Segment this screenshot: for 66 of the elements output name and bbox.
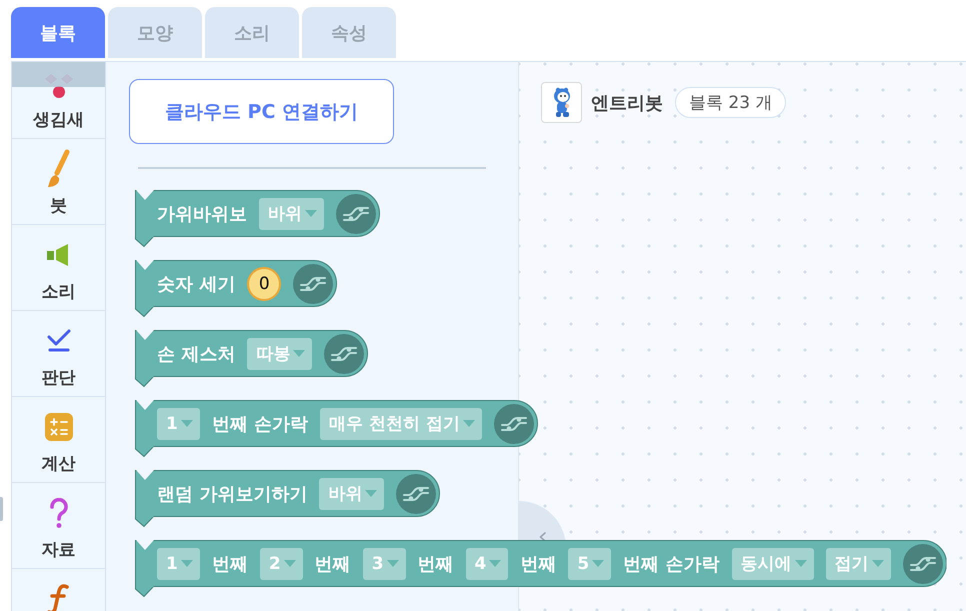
block-label: 가위바위보 [157, 202, 247, 226]
block-dropdown[interactable]: 따봉 [247, 338, 312, 370]
block-dropdown[interactable]: 3 [362, 548, 406, 580]
block-label: 번째 [314, 552, 351, 576]
category-tab[interactable]: 계산 [12, 397, 105, 483]
block-label: 번째 손가락 [623, 552, 720, 576]
function-icon [46, 583, 70, 611]
category-tab[interactable]: 자료 [12, 483, 105, 569]
category-tab[interactable]: 붓 [12, 139, 105, 225]
block-label: 번째 [212, 552, 248, 576]
block-count-badge: 블록 23 개 [675, 87, 786, 118]
connector-notch-icon [135, 236, 155, 247]
caret-icon [293, 350, 306, 358]
block-dropdown[interactable]: 바위 [259, 198, 324, 230]
resize-handle[interactable] [0, 497, 3, 521]
connector-notch-icon [135, 586, 155, 597]
block-label: 숫자 세기 [157, 272, 236, 296]
caret-icon [794, 560, 806, 568]
category-tab[interactable]: 판단 [12, 311, 105, 397]
caret-icon [592, 560, 604, 568]
block-dropdown[interactable]: 5 [568, 548, 612, 580]
brush-icon [46, 149, 70, 189]
block-label: 번째 [520, 552, 556, 576]
tab[interactable]: 소리 [205, 7, 299, 58]
tab[interactable]: 블록 [11, 7, 105, 58]
connector-notch-icon [135, 446, 155, 457]
caret-icon [180, 420, 193, 428]
connector-notch-icon [135, 306, 155, 317]
block-dropdown[interactable]: 1 [157, 548, 200, 580]
wavy-lines-icon [902, 544, 942, 584]
caret-icon [386, 560, 399, 568]
object-name: 엔트리봇 [591, 92, 663, 114]
caret-icon [284, 560, 296, 568]
connector-notch-icon [135, 516, 155, 527]
caret-icon [365, 490, 378, 498]
block-label: 랜덤 가위보기하기 [157, 482, 308, 506]
chevron-left-icon [539, 532, 546, 542]
category-tab[interactable]: 소리 [12, 225, 105, 311]
tab[interactable]: 모양 [108, 7, 202, 58]
wavy-lines-icon [324, 334, 364, 374]
block-label: 손 제스처 [157, 342, 236, 366]
caret-icon [872, 560, 884, 568]
number-input[interactable]: 0 [247, 266, 282, 300]
block-dropdown[interactable]: 매우 천천히 접기 [320, 408, 482, 440]
caret-icon [462, 420, 475, 428]
block-dropdown[interactable]: 4 [466, 548, 508, 580]
block-dropdown[interactable]: 접기 [826, 548, 890, 580]
block-dropdown[interactable]: 1 [157, 408, 200, 440]
block-label: 번째 손가락 [212, 412, 308, 436]
block-label: 번째 [418, 552, 454, 576]
calculator-icon [44, 413, 72, 441]
question-mark-icon [48, 498, 68, 528]
block-dropdown[interactable]: 2 [260, 548, 303, 580]
caret-icon [305, 210, 317, 218]
wavy-lines-icon [494, 404, 534, 444]
block-dropdown[interactable]: 바위 [319, 478, 384, 510]
caret-icon [180, 560, 193, 568]
wavy-lines-icon [396, 474, 436, 514]
connector-notch-icon [135, 376, 155, 387]
caret-icon [489, 560, 502, 568]
wavy-lines-icon [293, 264, 334, 304]
checkmark-icon [46, 329, 72, 353]
wavy-lines-icon [336, 194, 376, 234]
block-dropdown[interactable]: 동시에 [732, 548, 814, 580]
cloud-pc-button[interactable]: 클라우드 PC 연결하기 [129, 79, 394, 144]
tab[interactable]: 속성 [302, 7, 396, 58]
